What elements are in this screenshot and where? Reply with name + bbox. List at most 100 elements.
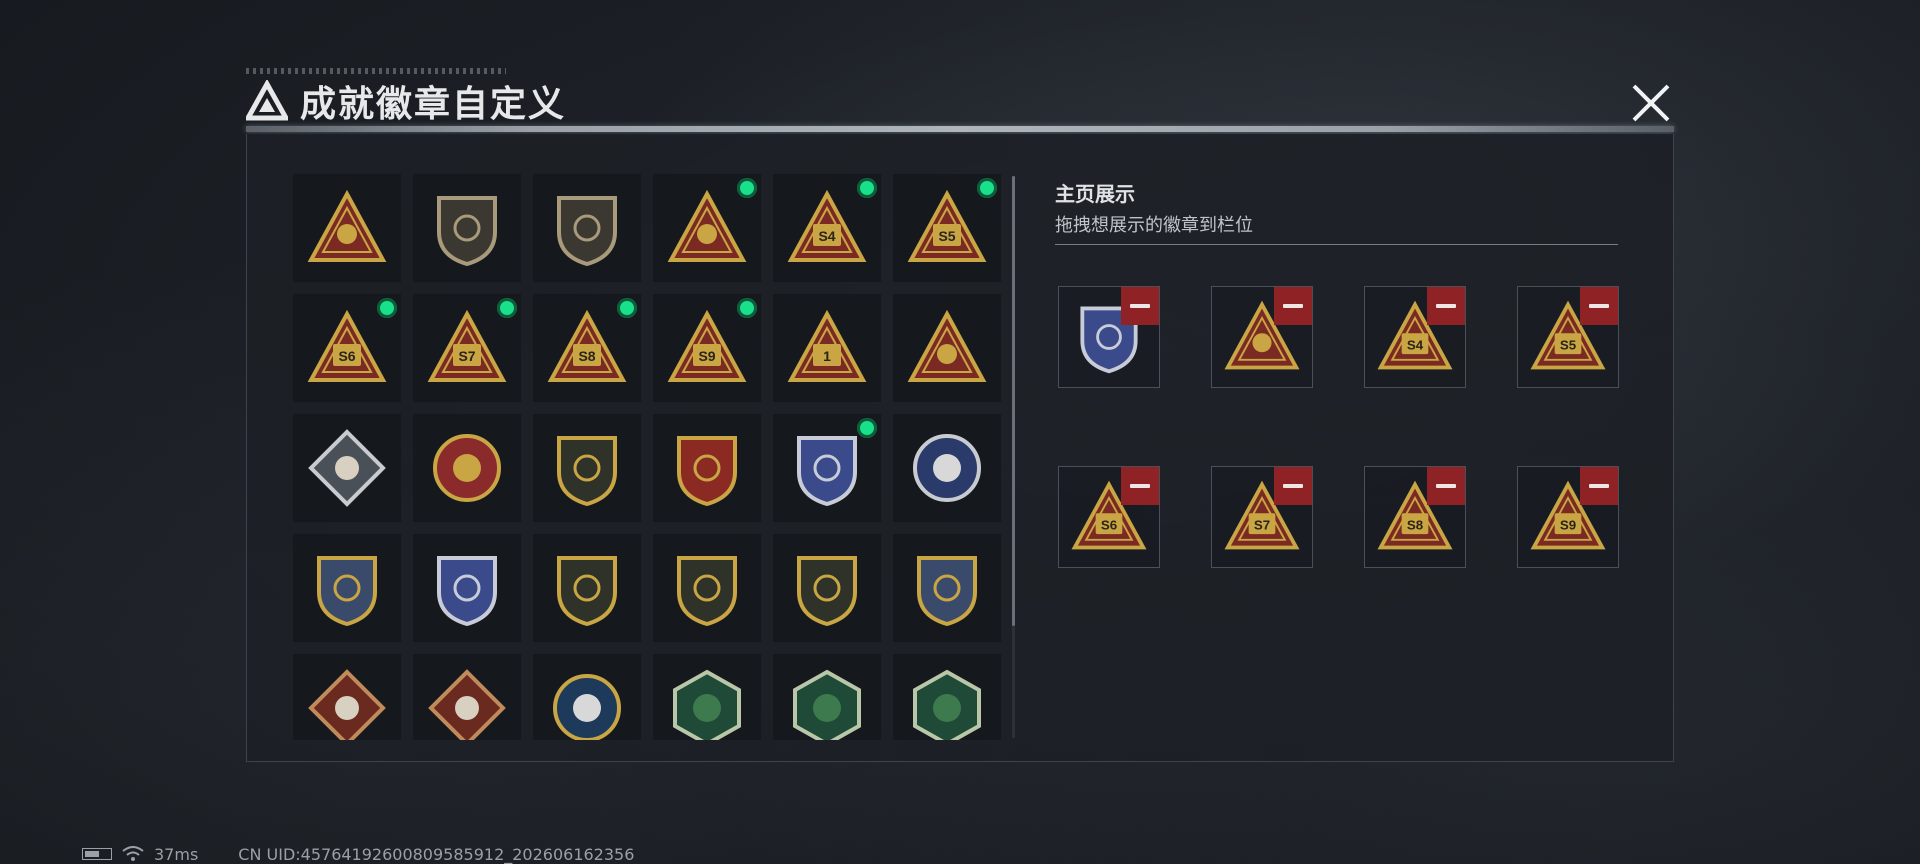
dialog-header: 成就徽章自定义 <box>246 76 566 126</box>
page-title: 成就徽章自定义 <box>300 84 567 125</box>
laurel-shield-badge-icon <box>677 436 737 507</box>
badge-tile[interactable]: S7 <box>413 294 521 402</box>
badge-tile[interactable]: S8 <box>533 294 641 402</box>
badge-tile[interactable] <box>773 654 881 740</box>
divider <box>1055 244 1618 245</box>
showcase-slot[interactable]: S5 <box>1517 286 1619 388</box>
equipped-indicator <box>617 298 637 318</box>
badge-tile[interactable] <box>893 654 1001 740</box>
badge-tile[interactable] <box>413 534 521 642</box>
equipped-indicator <box>497 298 517 318</box>
battery-icon <box>82 848 112 860</box>
remove-badge-button[interactable] <box>1427 287 1465 325</box>
rifle-shield-badge-icon <box>557 556 617 627</box>
hornet-hexagon-badge-2-icon <box>793 669 861 740</box>
badge-tile[interactable]: S5 <box>893 174 1001 282</box>
game-logo-icon <box>246 80 288 121</box>
badge-tile[interactable] <box>293 534 401 642</box>
badge-tile[interactable] <box>653 654 761 740</box>
close-button[interactable] <box>1628 80 1674 126</box>
badge-tile[interactable] <box>533 654 641 740</box>
badge-tile[interactable] <box>413 414 521 522</box>
wolf-diamond-badge-2-icon <box>428 669 506 740</box>
season-9-triangle-badge-icon: S9 <box>667 309 747 382</box>
showcase-subtitle: 拖拽想展示的徽章到栏位 <box>1055 215 1253 236</box>
badge-tile[interactable] <box>293 414 401 522</box>
svg-text:S5: S5 <box>1560 337 1577 352</box>
wifi-icon <box>122 846 144 861</box>
season-4-triangle-badge-icon: S4 <box>787 189 867 262</box>
equipped-indicator <box>737 178 757 198</box>
svg-text:1: 1 <box>823 348 831 364</box>
blue-diamond-shield-badge-icon <box>797 436 857 507</box>
soldiers-triangle-badge-icon <box>907 309 987 382</box>
radar-dish-triangle-badge-icon <box>667 189 747 262</box>
hornet-hexagon-badge-icon <box>673 669 741 740</box>
badge-tile[interactable]: S4 <box>773 174 881 282</box>
gold-shield-badge-icon <box>557 436 617 507</box>
showcase-title: 主页展示 <box>1055 182 1135 206</box>
badge-tile[interactable] <box>893 414 1001 522</box>
svg-text:S5: S5 <box>938 228 955 244</box>
badge-tile[interactable] <box>893 294 1001 402</box>
user-uid: CN UID:45764192600809585912_202606162356 <box>238 844 635 864</box>
equipped-indicator <box>737 298 757 318</box>
badge-tile[interactable] <box>893 534 1001 642</box>
season-8-triangle-badge-icon: S8 <box>547 309 627 382</box>
remove-badge-button[interactable] <box>1580 467 1618 505</box>
equipped-indicator <box>377 298 397 318</box>
helicopter-shield-badge-icon <box>437 196 497 267</box>
gold-sniper-shield-badge-icon <box>917 556 977 627</box>
remove-badge-button[interactable] <box>1580 287 1618 325</box>
eagle-round-badge-icon <box>553 674 621 740</box>
blue-crosshair-shield-badge-icon <box>437 556 497 627</box>
showcase-slot[interactable]: S7 <box>1211 466 1313 568</box>
svg-text:S9: S9 <box>1560 517 1576 532</box>
showcase-slot[interactable]: S4 <box>1364 286 1466 388</box>
svg-text:S6: S6 <box>338 348 355 364</box>
gold-crosshair-shield-badge-icon <box>317 556 377 627</box>
remove-badge-button[interactable] <box>1121 467 1159 505</box>
remove-badge-button[interactable] <box>1121 287 1159 325</box>
badge-tile[interactable]: 1 <box>773 294 881 402</box>
masked-face-round-badge-icon <box>913 434 981 502</box>
showcase-slot[interactable] <box>1058 286 1160 388</box>
badge-tile[interactable]: S9 <box>653 294 761 402</box>
svg-text:S6: S6 <box>1101 517 1117 532</box>
season-6-triangle-badge-icon: S6 <box>307 309 387 382</box>
remove-badge-button[interactable] <box>1274 287 1312 325</box>
badge-tile[interactable] <box>413 174 521 282</box>
badge-tile[interactable] <box>653 414 761 522</box>
remove-badge-button[interactable] <box>1274 467 1312 505</box>
showcase-slot[interactable] <box>1211 286 1313 388</box>
shotgun-shield-badge-icon <box>797 556 857 627</box>
badge-tile[interactable] <box>293 654 401 740</box>
badge-tile[interactable] <box>293 174 401 282</box>
dialog-top-bar <box>246 126 1674 132</box>
showcase-slot[interactable]: S9 <box>1517 466 1619 568</box>
title-decoration <box>246 68 506 74</box>
scrollbar-thumb[interactable] <box>1012 176 1015 626</box>
badge-tile[interactable] <box>653 534 761 642</box>
badge-tile[interactable] <box>533 414 641 522</box>
badge-tile[interactable] <box>773 534 881 642</box>
badge-tile[interactable] <box>773 414 881 522</box>
badge-tile[interactable] <box>533 534 641 642</box>
remove-badge-button[interactable] <box>1427 467 1465 505</box>
badge-library-grid[interactable]: S4 S5 S6 S7 S8 S9 1 <box>293 174 1003 740</box>
svg-text:S8: S8 <box>1407 517 1423 532</box>
badge-tile[interactable] <box>413 654 521 740</box>
showcase-slot[interactable]: S6 <box>1058 466 1160 568</box>
equipped-indicator <box>977 178 997 198</box>
medic-hexagon-badge-icon <box>913 669 981 740</box>
badge-tile[interactable] <box>653 174 761 282</box>
equipped-indicator <box>857 178 877 198</box>
badge-tile[interactable]: S6 <box>293 294 401 402</box>
svg-text:S7: S7 <box>1254 517 1270 532</box>
season-5-triangle-badge-icon: S5 <box>907 189 987 262</box>
season-7-triangle-badge-icon: S7 <box>427 309 507 382</box>
showcase-slot[interactable]: S8 <box>1364 466 1466 568</box>
badge-tile[interactable] <box>533 174 641 282</box>
status-bar: 37ms CN UID:45764192600809585912_2026061… <box>82 844 634 864</box>
smg-shield-badge-icon <box>677 556 737 627</box>
